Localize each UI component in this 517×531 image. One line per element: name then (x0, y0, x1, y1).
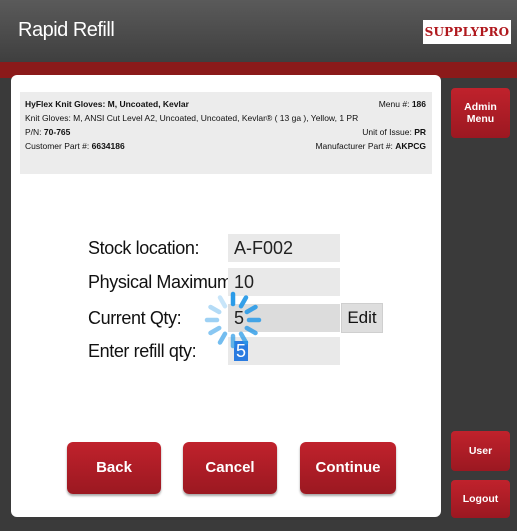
manufacturer-part-value: AKPCG (395, 141, 426, 151)
admin-menu-label-line1: Admin (464, 101, 497, 113)
menu-number: 186 (411, 99, 426, 109)
admin-menu-button[interactable]: Admin Menu (451, 88, 510, 138)
user-button[interactable]: User (451, 431, 510, 471)
refill-qty-label: Enter refill qty: (88, 341, 197, 361)
current-qty-label: Current Qty: (88, 308, 182, 328)
admin-menu-label-line2: Menu (466, 113, 495, 125)
continue-button[interactable]: Continue (300, 442, 396, 494)
logout-button[interactable]: Logout (451, 480, 510, 518)
product-info-box: HyFlex Knit Gloves: M, Uncoated, Kevlar … (20, 92, 432, 174)
product-description-row: Knit Gloves: M, ANSI Cut Level A2, Uncoa… (25, 113, 426, 125)
unit-value: PR (414, 127, 426, 137)
pn-value: 70-765 (43, 127, 71, 137)
part-number-row: Customer Part #: 6634186 Manufacturer Pa… (25, 141, 426, 153)
pn-label: P/N: (25, 127, 42, 137)
cancel-button[interactable]: Cancel (183, 442, 277, 494)
customer-part-label: Customer Part #: (25, 141, 90, 151)
stock-location-label: Stock location: (88, 238, 200, 258)
supplypro-logo: SUPPLYPRO (423, 20, 511, 44)
page-title: Rapid Refill (18, 19, 115, 41)
unit-label: Unit of Issue: (362, 127, 412, 137)
product-name-row: HyFlex Knit Gloves: M, Uncoated, Kevlar … (25, 99, 426, 111)
loading-spinner-icon (204, 291, 262, 349)
stock-location-field: A-F002 (228, 234, 340, 262)
edit-button[interactable]: Edit (341, 303, 383, 333)
product-name: HyFlex Knit Gloves: M, Uncoated, Kevlar (25, 99, 189, 109)
back-button[interactable]: Back (67, 442, 161, 494)
menu-label: Menu #: (378, 99, 410, 109)
customer-part-value: 6634186 (91, 141, 125, 151)
pn-row: P/N: 70-765 Unit of Issue: PR (25, 127, 426, 139)
product-description: Knit Gloves: M, ANSI Cut Level A2, Uncoa… (25, 113, 359, 123)
manufacturer-part-label: Manufacturer Part #: (315, 141, 393, 151)
